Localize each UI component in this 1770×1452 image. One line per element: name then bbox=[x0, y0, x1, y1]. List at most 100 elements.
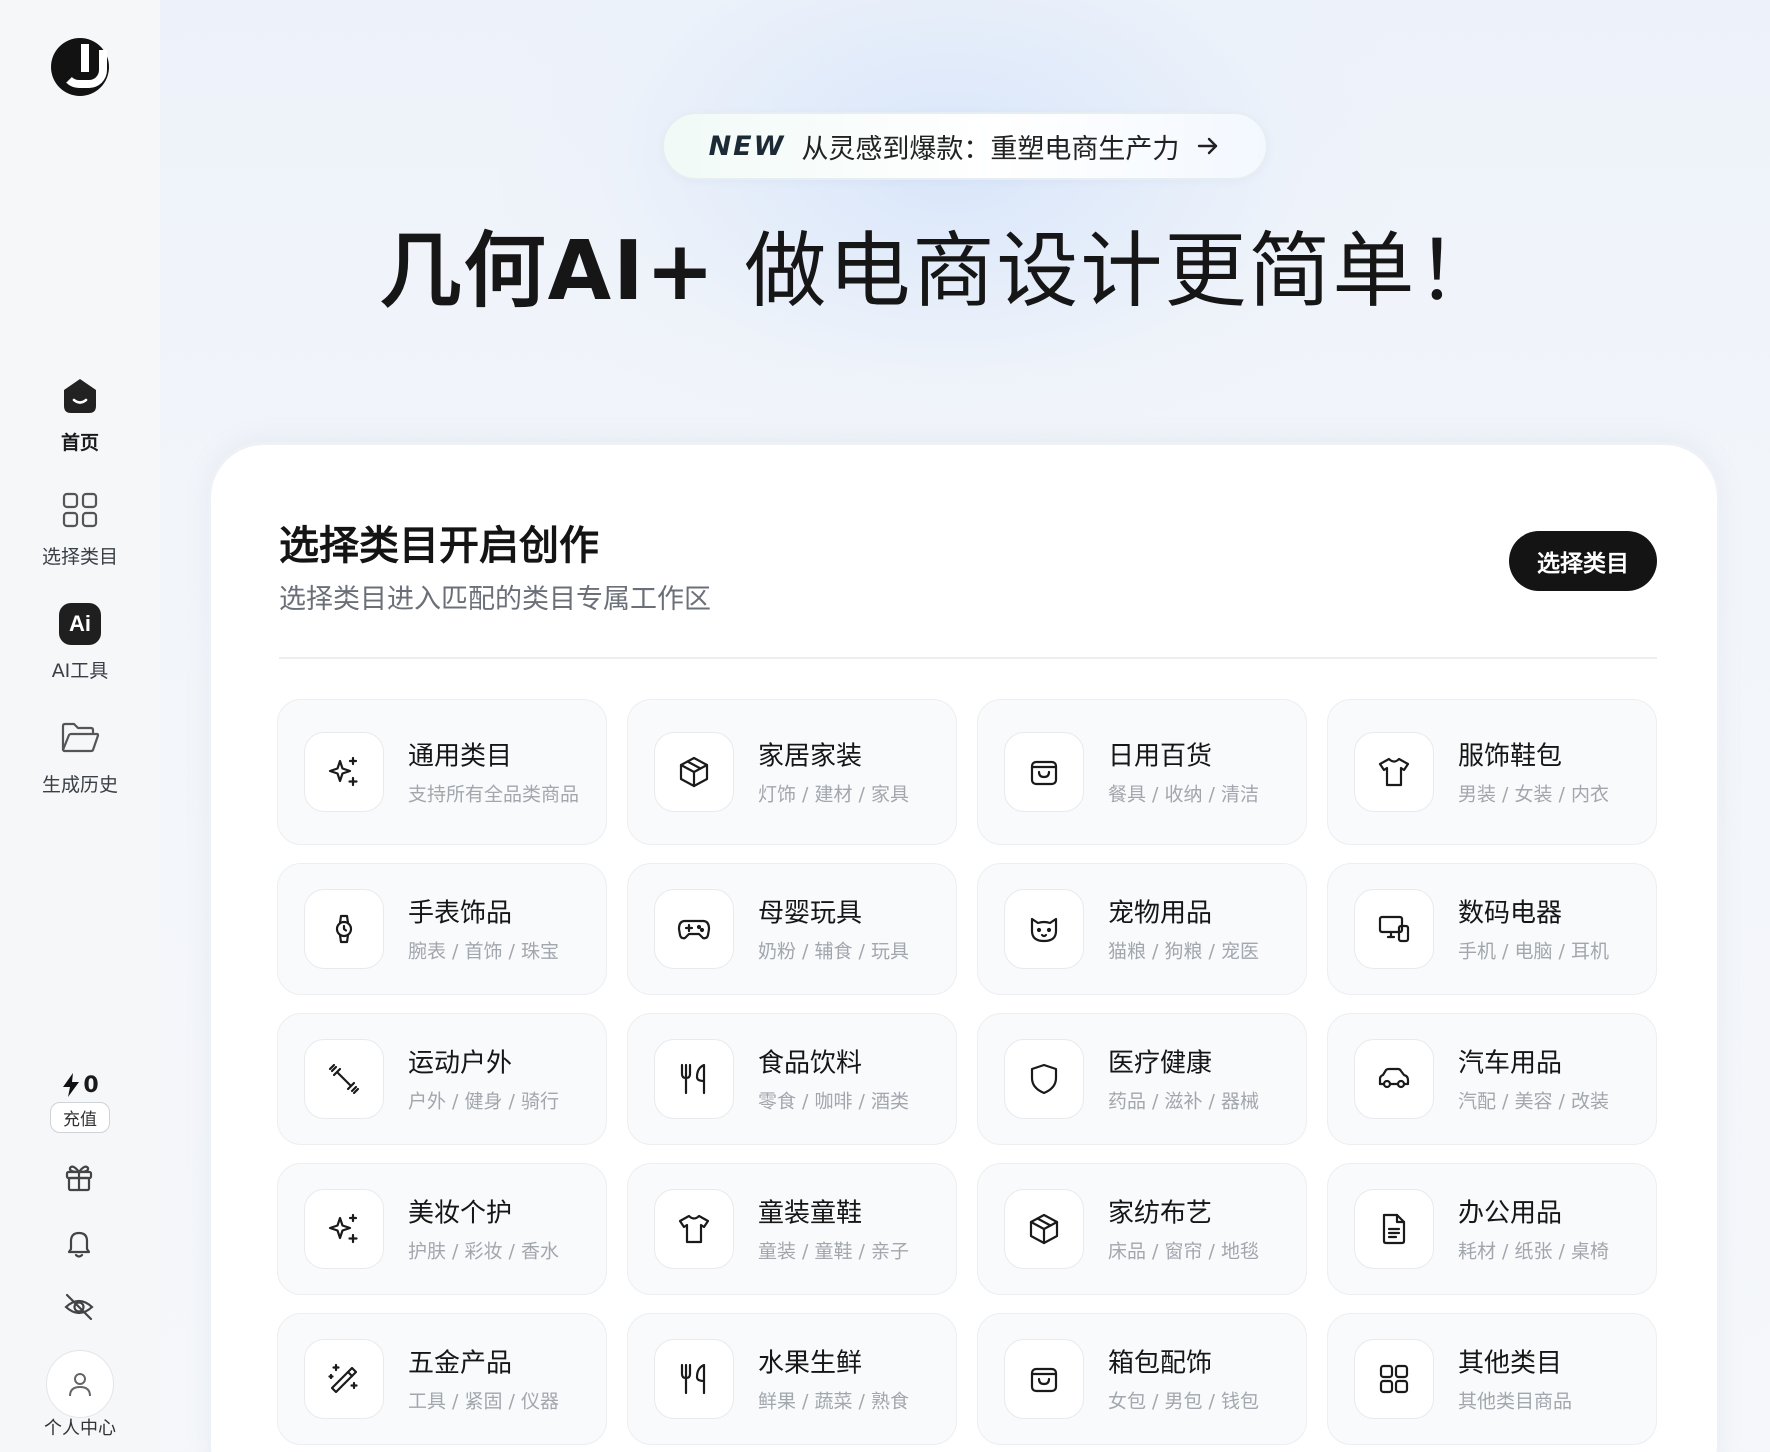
category-name: 办公用品 bbox=[1458, 1198, 1563, 1229]
shirt-icon bbox=[654, 1189, 734, 1269]
watch-icon bbox=[304, 889, 384, 969]
category-card-18[interactable]: 水果生鲜鲜果 / 蔬菜 / 熟食 bbox=[627, 1313, 957, 1445]
category-desc: 鲜果 / 蔬菜 / 熟食 bbox=[758, 1390, 909, 1413]
nav-label: 生成历史 bbox=[41, 774, 118, 796]
category-card-9[interactable]: 运动户外户外 / 健身 / 骑行 bbox=[277, 1013, 607, 1145]
grid-icon bbox=[58, 488, 102, 532]
category-card-7[interactable]: 宠物用品猫粮 / 狗粮 / 宠医 bbox=[977, 863, 1307, 995]
gift-button[interactable] bbox=[58, 1156, 100, 1198]
shopping-bag-icon bbox=[1004, 732, 1084, 812]
nav-home[interactable]: 首页 bbox=[0, 374, 160, 464]
category-card-4[interactable]: 服饰鞋包 男装 / 女装 / 内衣 bbox=[1327, 699, 1657, 845]
category-name: 其他类目 bbox=[1458, 1348, 1563, 1379]
category-name: 手表饰品 bbox=[408, 898, 513, 929]
category-desc: 奶粉 / 辅食 / 玩具 bbox=[758, 940, 909, 963]
category-name: 箱包配饰 bbox=[1108, 1348, 1213, 1379]
divider bbox=[279, 657, 1657, 659]
category-card-13[interactable]: 美妆个护护肤 / 彩妆 / 香水 bbox=[277, 1163, 607, 1295]
grid-icon bbox=[1354, 1339, 1434, 1419]
recharge-button[interactable]: 充值 bbox=[50, 1102, 110, 1133]
shopping-bag-icon bbox=[1004, 1339, 1084, 1419]
hero-title-bold: 几何AI+ bbox=[379, 224, 717, 319]
hero-title-rest: 做电商设计更简单！ bbox=[716, 224, 1501, 319]
arrow-right-icon bbox=[1195, 133, 1221, 159]
category-card-20[interactable]: 其他类目其他类目商品 bbox=[1327, 1313, 1657, 1445]
category-desc: 腕表 / 首饰 / 珠宝 bbox=[408, 940, 559, 963]
category-name: 运动户外 bbox=[408, 1048, 513, 1079]
category-desc: 汽配 / 美容 / 改装 bbox=[1458, 1090, 1609, 1113]
credits-count: 0 bbox=[83, 1072, 99, 1098]
eye-off-icon bbox=[62, 1291, 96, 1323]
category-text: 童装童鞋 童装 / 童鞋 / 亲子 bbox=[758, 1193, 932, 1266]
gamepad-icon bbox=[654, 889, 734, 969]
category-name: 数码电器 bbox=[1458, 898, 1563, 929]
category-text: 家纺布艺 床品 / 窗帘 / 地毯 bbox=[1108, 1193, 1282, 1266]
magic-wand-icon bbox=[304, 1339, 384, 1419]
category-card-6[interactable]: 母婴玩具 奶粉 / 辅食 / 玩具 bbox=[627, 863, 957, 995]
credits-widget: 0 充值 bbox=[44, 1072, 116, 1133]
category-card-10[interactable]: 食品饮料零食 / 咖啡 / 酒类 bbox=[627, 1013, 957, 1145]
category-text: 家居家装 灯饰 / 建材 / 家具 bbox=[758, 736, 932, 809]
category-card-19[interactable]: 箱包配饰 女包 / 男包 / 钱包 bbox=[977, 1313, 1307, 1445]
category-name: 宠物用品 bbox=[1108, 898, 1213, 929]
category-desc: 餐具 / 收纳 / 清洁 bbox=[1108, 783, 1259, 806]
document-icon bbox=[1354, 1189, 1434, 1269]
category-card-14[interactable]: 童装童鞋 童装 / 童鞋 / 亲子 bbox=[627, 1163, 957, 1295]
category-text: 办公用品 耗材 / 纸张 / 桌椅 bbox=[1458, 1193, 1632, 1266]
new-tag: NEW bbox=[708, 130, 786, 162]
category-desc: 护肤 / 彩妆 / 香水 bbox=[408, 1240, 559, 1263]
devices-icon bbox=[1354, 889, 1434, 969]
category-text: 五金产品工具 / 紧固 / 仪器 bbox=[408, 1343, 582, 1416]
category-text: 数码电器 手机 / 电脑 / 耳机 bbox=[1458, 893, 1632, 966]
dumbbell-icon bbox=[304, 1039, 384, 1119]
gift-icon bbox=[63, 1161, 95, 1193]
hide-button[interactable] bbox=[58, 1286, 100, 1328]
category-card-1[interactable]: 通用类目 支持所有全品类商品 bbox=[277, 699, 607, 845]
category-desc: 工具 / 紧固 / 仪器 bbox=[408, 1390, 559, 1413]
panel-title: 选择类目开启创作 bbox=[279, 523, 599, 569]
category-card-5[interactable]: 手表饰品腕表 / 首饰 / 珠宝 bbox=[277, 863, 607, 995]
nav-ai-tools[interactable]: Ai AI工具 bbox=[0, 602, 160, 692]
cat-icon bbox=[1004, 889, 1084, 969]
profile-avatar[interactable] bbox=[46, 1350, 114, 1418]
select-category-button[interactable]: 选择类目 bbox=[1509, 531, 1657, 591]
category-desc: 户外 / 健身 / 骑行 bbox=[408, 1090, 559, 1113]
category-name: 五金产品 bbox=[408, 1348, 513, 1379]
category-name: 美妆个护 bbox=[408, 1198, 513, 1229]
category-name: 食品饮料 bbox=[758, 1048, 863, 1079]
category-desc: 支持所有全品类商品 bbox=[408, 783, 580, 806]
app-logo[interactable] bbox=[51, 38, 109, 96]
category-card-11[interactable]: 医疗健康 药品 / 滋补 / 器械 bbox=[977, 1013, 1307, 1145]
home-icon bbox=[58, 374, 102, 418]
category-card-12[interactable]: 汽车用品 汽配 / 美容 / 改装 bbox=[1327, 1013, 1657, 1145]
utensils-icon bbox=[654, 1039, 734, 1119]
notification-button[interactable] bbox=[58, 1222, 100, 1264]
category-desc: 零食 / 咖啡 / 酒类 bbox=[758, 1090, 909, 1113]
nav-label: 选择类目 bbox=[41, 546, 118, 568]
category-text: 箱包配饰 女包 / 男包 / 钱包 bbox=[1108, 1343, 1282, 1416]
profile-label[interactable]: 个人中心 bbox=[0, 1414, 160, 1440]
category-desc: 其他类目商品 bbox=[1458, 1390, 1573, 1413]
category-text: 食品饮料零食 / 咖啡 / 酒类 bbox=[758, 1043, 932, 1116]
category-card-17[interactable]: 五金产品工具 / 紧固 / 仪器 bbox=[277, 1313, 607, 1445]
nav-label: 首页 bbox=[60, 432, 99, 454]
category-desc: 男装 / 女装 / 内衣 bbox=[1458, 783, 1609, 806]
category-card-16[interactable]: 办公用品 耗材 / 纸张 / 桌椅 bbox=[1327, 1163, 1657, 1295]
category-desc: 灯饰 / 建材 / 家具 bbox=[758, 783, 909, 806]
category-text: 汽车用品 汽配 / 美容 / 改装 bbox=[1458, 1043, 1632, 1116]
nav-history[interactable]: 生成历史 bbox=[0, 716, 160, 806]
category-text: 服饰鞋包 男装 / 女装 / 内衣 bbox=[1458, 736, 1632, 809]
category-desc: 童装 / 童鞋 / 亲子 bbox=[758, 1240, 909, 1263]
category-grid: 通用类目 支持所有全品类商品 家居家装 灯饰 / 建材 / 家具 日用百货 餐具 / 收纳… bbox=[277, 699, 1657, 1445]
category-text: 医疗健康 药品 / 滋补 / 器械 bbox=[1108, 1043, 1282, 1116]
nav-label: AI工具 bbox=[51, 660, 109, 682]
category-card-3[interactable]: 日用百货 餐具 / 收纳 / 清洁 bbox=[977, 699, 1307, 845]
nav-categories[interactable]: 选择类目 bbox=[0, 488, 160, 578]
announcement-pill[interactable]: NEW 从灵感到爆款：重塑电商生产力 bbox=[662, 112, 1268, 180]
category-desc: 猫粮 / 狗粮 / 宠医 bbox=[1108, 940, 1259, 963]
category-card-8[interactable]: 数码电器 手机 / 电脑 / 耳机 bbox=[1327, 863, 1657, 995]
category-card-2[interactable]: 家居家装 灯饰 / 建材 / 家具 bbox=[627, 699, 957, 845]
category-name: 水果生鲜 bbox=[758, 1348, 863, 1379]
category-text: 通用类目 支持所有全品类商品 bbox=[408, 736, 582, 809]
category-card-15[interactable]: 家纺布艺 床品 / 窗帘 / 地毯 bbox=[977, 1163, 1307, 1295]
